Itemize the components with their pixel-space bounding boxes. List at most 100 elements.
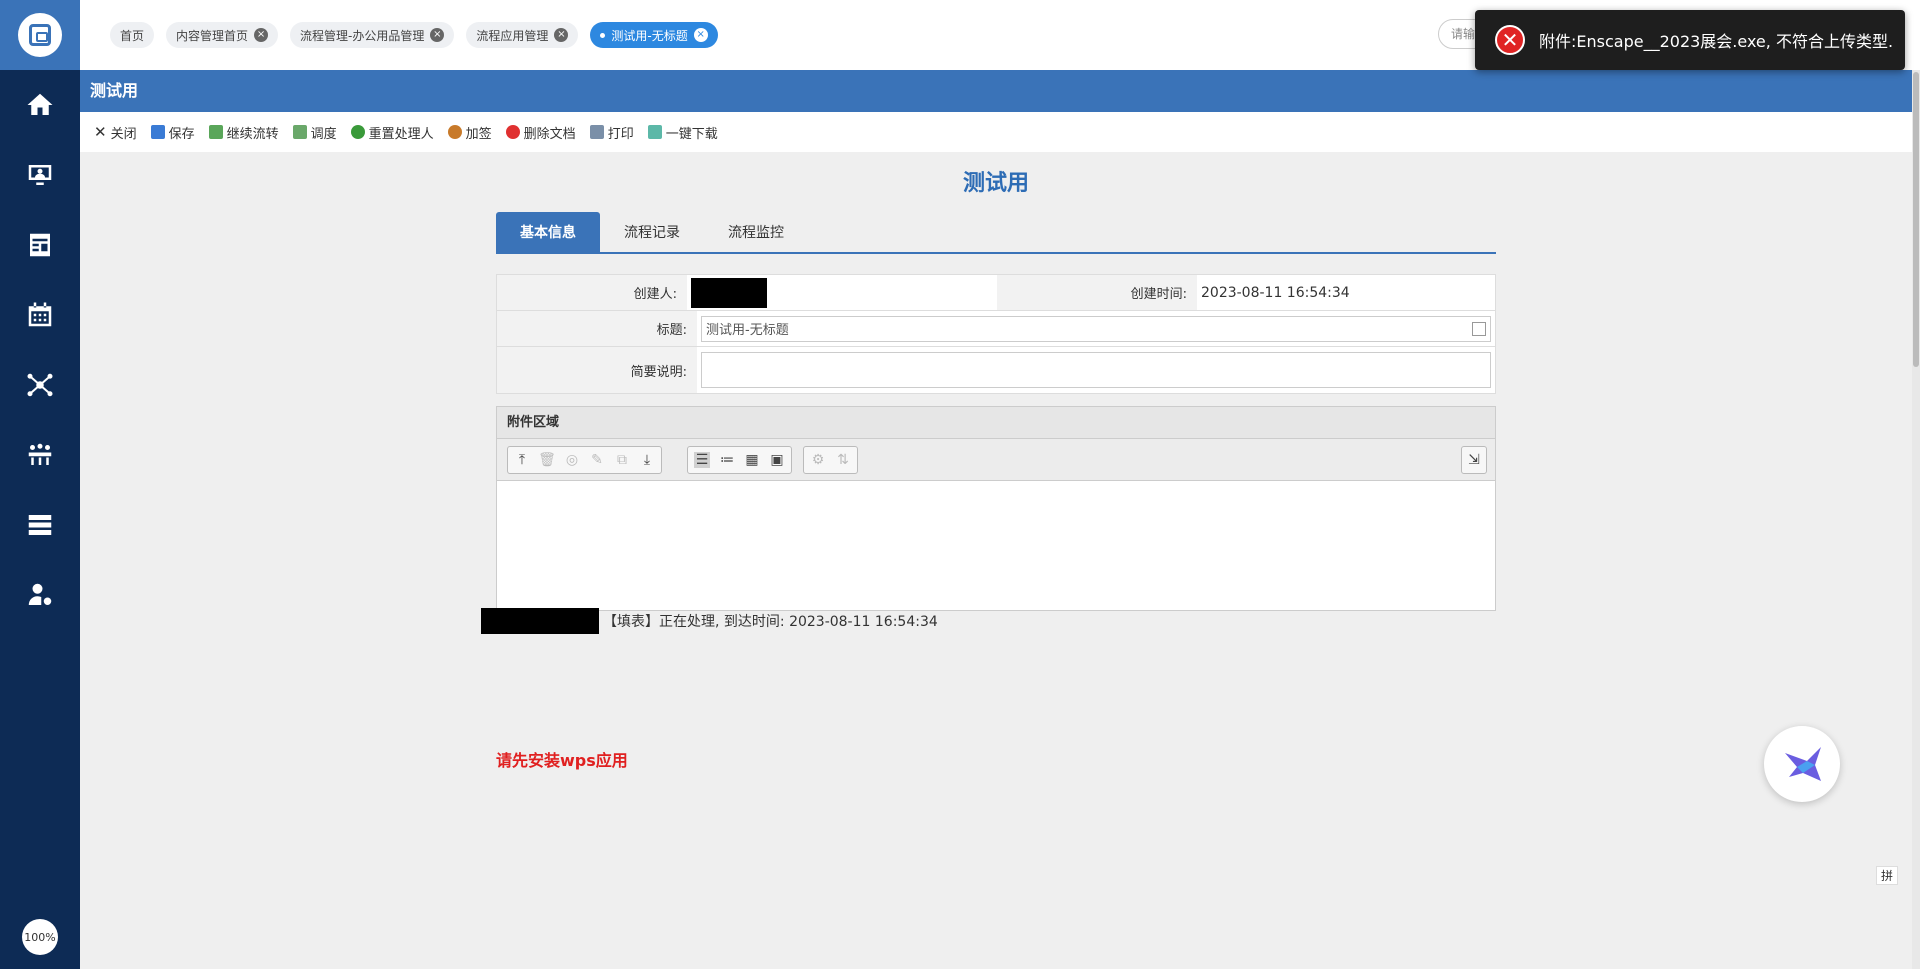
sidebar-item-server[interactable]	[0, 490, 80, 560]
document-title: 测试用	[962, 171, 1029, 196]
news-icon	[30, 233, 50, 257]
wps-install-tip: 请先安装wps应用	[496, 751, 628, 770]
add-sign-icon	[447, 125, 462, 139]
server-icon	[28, 515, 52, 535]
scrollbar-thumb[interactable]	[1913, 72, 1919, 367]
title-input-value: 测试用-无标题	[706, 323, 789, 338]
tab-label: 流程应用管理	[476, 28, 549, 43]
form-row-title: 标题: 测试用-无标题	[497, 311, 1495, 347]
reset-handler-button[interactable]: 重置处理人	[350, 123, 434, 142]
preview-icon[interactable]: ◎	[564, 452, 580, 468]
close-icon[interactable]: ×	[430, 28, 445, 42]
attachment-toolbar: ⤒ 🗑 ◎ ✎ ⧉ ⤓ ☰ ≔ ▦ ▣ ⚙ ⇅ ⇲	[497, 439, 1495, 481]
sidebar-item-network[interactable]	[0, 350, 80, 420]
toast-message: 附件:Enscape__2023展会.exe, 不符合上传类型.	[1539, 32, 1894, 51]
tab-content-home[interactable]: 内容管理首页 ×	[166, 22, 279, 48]
delete-document-button[interactable]: 删除文档	[505, 123, 576, 142]
created-time-value: 2023-08-11 16:54:34	[1201, 284, 1350, 301]
close-icon[interactable]: ×	[693, 28, 708, 42]
summary-label: 简要说明:	[497, 347, 697, 393]
popout-group: ⇲	[1461, 446, 1487, 474]
action-toolbar: ✕ 关闭 保存 继续流转 调度 重置处理人 加签 删除文档 打印 一键下载	[80, 112, 1912, 152]
close-icon: ✕	[94, 123, 107, 141]
trash-icon[interactable]: 🗑	[538, 452, 556, 468]
summary-textarea[interactable]	[701, 352, 1491, 388]
process-status: 【填表】正在处理, 到达时间: 2023-08-11 16:54:34	[481, 608, 938, 634]
close-icon[interactable]: ×	[554, 28, 569, 42]
popout-icon[interactable]: ⇲	[1466, 452, 1482, 468]
sidebar-item-meeting[interactable]	[0, 420, 80, 490]
form-tabs: 基本信息 流程记录 流程监控	[496, 212, 1496, 254]
calendar-icon	[28, 302, 52, 327]
button-label: 调度	[310, 126, 337, 142]
sidebar-item-calendar[interactable]	[0, 280, 80, 350]
copy-icon[interactable]: ⧉	[614, 452, 630, 468]
app-logo[interactable]	[0, 0, 80, 70]
title-input[interactable]: 测试用-无标题	[701, 315, 1491, 342]
tab-label: 首页	[120, 28, 145, 43]
grid-icon[interactable]: ▦	[744, 452, 760, 468]
sort-icon[interactable]: ⇅	[835, 452, 851, 468]
schedule-button[interactable]: 调度	[292, 123, 337, 142]
page-scrollbar[interactable]	[1912, 70, 1920, 969]
button-label: 重置处理人	[368, 126, 434, 142]
logo-icon	[18, 13, 62, 57]
home-icon	[27, 93, 53, 115]
attachment-area-title: 附件区域	[497, 407, 1495, 439]
close-icon[interactable]: ×	[254, 28, 269, 42]
created-time-label: 创建时间:	[997, 275, 1197, 310]
attachment-area: 附件区域 ⤒ 🗑 ◎ ✎ ⧉ ⤓ ☰ ≔ ▦ ▣ ⚙ ⇅ ⇲	[496, 406, 1496, 611]
list-icon[interactable]: ≔	[719, 452, 735, 468]
sidebar-item-home[interactable]	[0, 70, 80, 140]
redacted-block	[481, 608, 599, 634]
edit-icon[interactable]	[1472, 321, 1486, 336]
network-icon	[27, 373, 53, 397]
tab-flow-record[interactable]: 流程记录	[600, 212, 704, 252]
print-icon	[589, 125, 604, 139]
tab-label: 内容管理首页	[176, 28, 249, 43]
status-text: 【填表】正在处理, 到达时间: 2023-08-11 16:54:34	[603, 614, 938, 630]
tab-flow-app-manage[interactable]: 流程应用管理 ×	[466, 22, 579, 48]
settings-group: ⚙ ⇅	[803, 446, 858, 474]
upload-icon[interactable]: ⤒	[514, 452, 530, 468]
sidebar-item-workspace[interactable]	[0, 140, 80, 210]
one-click-download-button[interactable]: 一键下载	[647, 123, 718, 142]
bird-icon	[1785, 747, 1821, 781]
detail-list-icon[interactable]: ☰	[694, 452, 710, 468]
tab-basic-info[interactable]: 基本信息	[496, 212, 600, 252]
button-label: 加签	[465, 126, 492, 142]
form-row-summary: 简要说明:	[497, 347, 1495, 393]
basic-info-form: 创建人: 创建时间: 2023-08-11 16:54:34 标题: 测试用-无…	[496, 274, 1496, 394]
gear-icon[interactable]: ⚙	[810, 452, 826, 468]
floating-assistant-button[interactable]	[1764, 726, 1840, 802]
button-label: 关闭	[110, 126, 137, 142]
continue-flow-button[interactable]: 继续流转	[208, 123, 279, 142]
tab-label: 流程管理-办公用品管理	[300, 28, 425, 43]
redacted-block	[691, 277, 767, 308]
zoom-level-badge[interactable]: 100%	[22, 919, 58, 955]
edit-icon[interactable]: ✎	[589, 452, 605, 468]
user-settings-icon	[28, 583, 52, 605]
add-sign-button[interactable]: 加签	[447, 123, 492, 142]
save-button[interactable]: 保存	[150, 123, 195, 142]
tab-home[interactable]: 首页	[110, 22, 155, 48]
monitor-user-icon	[28, 165, 52, 185]
tab-test-untitled[interactable]: 测试用-无标题 ×	[590, 22, 718, 48]
download-icon	[647, 125, 662, 139]
sidebar-item-news[interactable]	[0, 210, 80, 280]
button-label: 保存	[168, 126, 195, 142]
image-icon[interactable]: ▣	[769, 452, 785, 468]
ime-indicator[interactable]: 拼	[1876, 866, 1899, 885]
meeting-icon	[28, 443, 52, 465]
tab-label: 测试用-无标题	[611, 28, 688, 43]
title-label: 标题:	[497, 311, 697, 346]
forward-icon	[208, 125, 223, 139]
sidebar: 100%	[0, 0, 80, 969]
tab-office-supplies[interactable]: 流程管理-办公用品管理 ×	[290, 22, 455, 48]
page-header-title: 测试用	[80, 70, 1912, 112]
close-button[interactable]: ✕ 关闭	[94, 123, 137, 142]
tab-flow-monitor[interactable]: 流程监控	[704, 212, 808, 252]
print-button[interactable]: 打印	[589, 123, 634, 142]
sidebar-item-user-settings[interactable]	[0, 560, 80, 630]
download-icon[interactable]: ⤓	[639, 452, 655, 468]
